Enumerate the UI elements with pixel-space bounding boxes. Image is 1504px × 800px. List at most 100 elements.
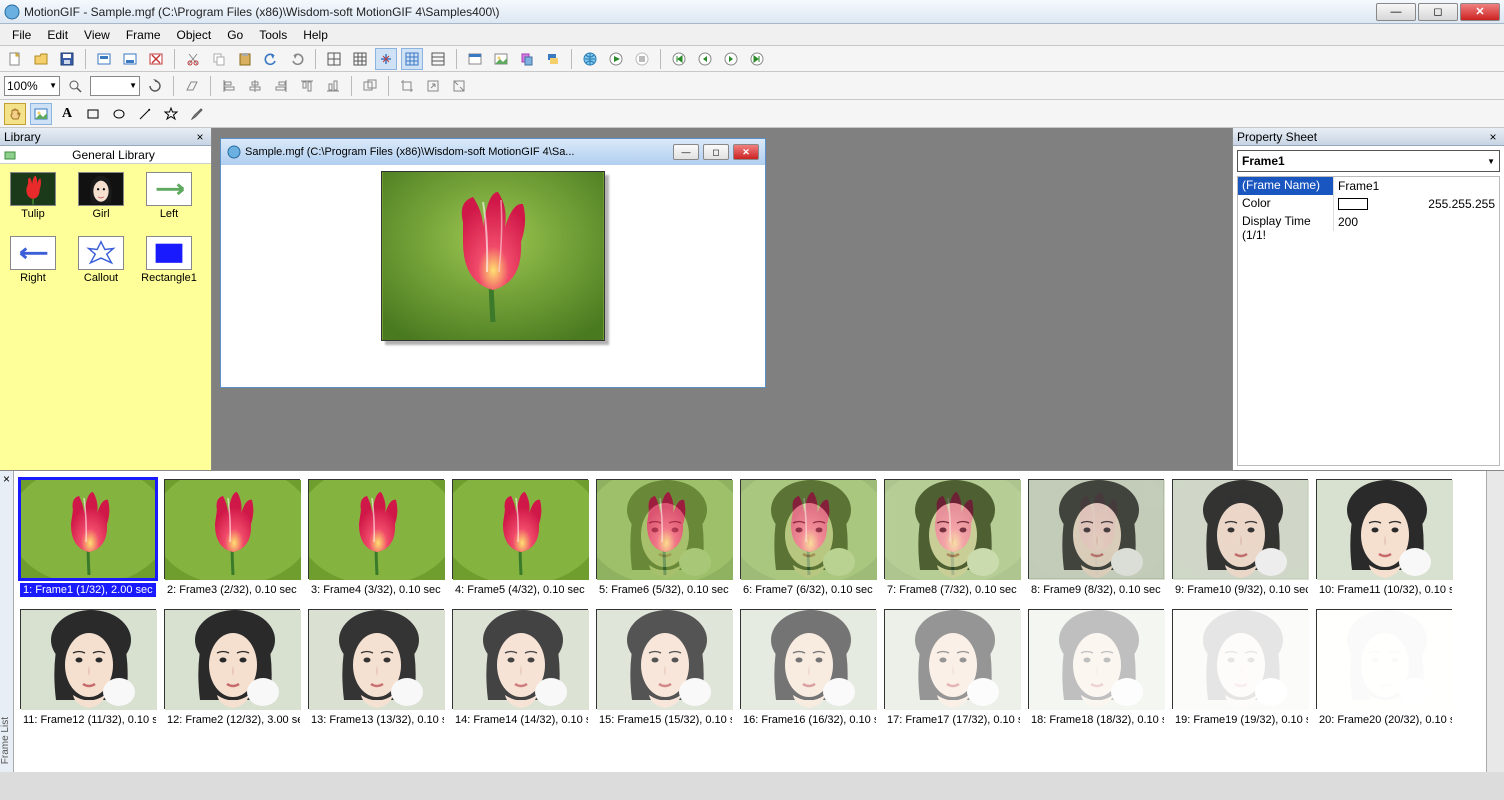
redo-icon[interactable] (286, 48, 308, 70)
doc-close-button[interactable]: ✕ (733, 144, 759, 160)
preview-icon[interactable] (93, 48, 115, 70)
frame-thumbnail[interactable]: 1: Frame1 (1/32), 2.00 sec (20, 479, 156, 597)
frame-thumbnail[interactable]: 12: Frame2 (12/32), 3.00 sec (164, 609, 300, 727)
preview3-icon[interactable] (145, 48, 167, 70)
close-button[interactable]: ✕ (1460, 3, 1500, 21)
library-close-icon[interactable]: × (193, 130, 207, 144)
frame-thumbnail[interactable]: 14: Frame14 (14/32), 0.10 se (452, 609, 588, 727)
frame-thumbnail[interactable]: 7: Frame8 (7/32), 0.10 sec (884, 479, 1020, 597)
maximize-button[interactable]: ◻ (1418, 3, 1458, 21)
menu-view[interactable]: View (76, 26, 118, 44)
property-selector[interactable]: Frame1 ▼ (1237, 150, 1500, 172)
fit-icon[interactable] (448, 75, 470, 97)
options-icon[interactable] (464, 48, 486, 70)
align-bottom-icon[interactable] (322, 75, 344, 97)
new-file-icon[interactable] (4, 48, 26, 70)
property-sheet-close-icon[interactable]: × (1486, 130, 1500, 144)
first-frame-icon[interactable] (668, 48, 690, 70)
frame-strip-scrollbar[interactable] (1486, 471, 1504, 772)
frame-thumbnail[interactable]: 10: Frame11 (10/32), 0.10 se (1316, 479, 1452, 597)
frame-thumbnail[interactable]: 3: Frame4 (3/32), 0.10 sec (308, 479, 444, 597)
canvas-frame[interactable] (381, 171, 605, 341)
frame-thumbnail[interactable]: 17: Frame17 (17/32), 0.10 se (884, 609, 1020, 727)
last-frame-icon[interactable] (746, 48, 768, 70)
property-value[interactable]: 255.255.255 (1334, 195, 1499, 213)
grid4-icon[interactable] (323, 48, 345, 70)
frame-list-close-icon[interactable]: × (3, 472, 10, 486)
menu-edit[interactable]: Edit (39, 26, 76, 44)
grid-blue-icon[interactable] (401, 48, 423, 70)
frame-thumbnail[interactable]: 2: Frame3 (2/32), 0.10 sec (164, 479, 300, 597)
library-item-tulip[interactable]: Tulip (8, 172, 58, 220)
rect-tool-icon[interactable] (82, 103, 104, 125)
menu-frame[interactable]: Frame (118, 26, 169, 44)
list-view-icon[interactable] (427, 48, 449, 70)
library-item-callout[interactable]: Callout (76, 236, 126, 284)
tool-cross-icon[interactable] (375, 48, 397, 70)
magnify-icon[interactable] (64, 75, 86, 97)
frame-thumbnail[interactable]: 20: Frame20 (20/32), 0.10 se (1316, 609, 1452, 727)
frame-thumbnail[interactable]: 9: Frame10 (9/32), 0.10 sec (1172, 479, 1308, 597)
property-row[interactable]: (Frame Name)Frame1 (1238, 177, 1499, 195)
frame-thumbnail[interactable]: 8: Frame9 (8/32), 0.10 sec (1028, 479, 1164, 597)
resize-icon[interactable] (422, 75, 444, 97)
globe-icon[interactable] (579, 48, 601, 70)
doc-maximize-button[interactable]: ◻ (703, 144, 729, 160)
prev-frame-icon[interactable] (694, 48, 716, 70)
brush-tool-icon[interactable] (186, 103, 208, 125)
picture-tool-icon[interactable] (30, 103, 52, 125)
menu-file[interactable]: File (4, 26, 39, 44)
open-file-icon[interactable] (30, 48, 52, 70)
frame-strip[interactable]: 1: Frame1 (1/32), 2.00 sec2: Frame3 (2/3… (14, 471, 1486, 772)
doc-minimize-button[interactable]: — (673, 144, 699, 160)
document-window[interactable]: Sample.mgf (C:\Program Files (x86)\Wisdo… (220, 138, 766, 388)
property-value[interactable]: Frame1 (1334, 177, 1499, 195)
layers-icon[interactable] (542, 48, 564, 70)
property-row[interactable]: Color255.255.255 (1238, 195, 1499, 213)
canvas[interactable] (221, 165, 765, 387)
ellipse-tool-icon[interactable] (108, 103, 130, 125)
next-frame-icon[interactable] (720, 48, 742, 70)
property-row[interactable]: Display Time (1/1!200 (1238, 213, 1499, 231)
frame-thumbnail[interactable]: 11: Frame12 (11/32), 0.10 se (20, 609, 156, 727)
property-value[interactable]: 200 (1334, 213, 1499, 231)
frame-thumbnail[interactable]: 16: Frame16 (16/32), 0.10 se (740, 609, 876, 727)
frame-thumbnail[interactable]: 19: Frame19 (19/32), 0.10 se (1172, 609, 1308, 727)
color-combo[interactable]: ▼ (90, 76, 140, 96)
crop-icon[interactable] (396, 75, 418, 97)
library-item-left[interactable]: Left (144, 172, 194, 220)
group-icon[interactable] (359, 75, 381, 97)
grid9-icon[interactable] (349, 48, 371, 70)
menu-object[interactable]: Object (169, 26, 220, 44)
align-left-icon[interactable] (218, 75, 240, 97)
play-icon[interactable] (605, 48, 627, 70)
copy-frames-icon[interactable] (516, 48, 538, 70)
frame-thumbnail[interactable]: 13: Frame13 (13/32), 0.10 se (308, 609, 444, 727)
library-item-right[interactable]: Right (8, 236, 58, 284)
preview2-icon[interactable] (119, 48, 141, 70)
text-tool-icon[interactable]: A (56, 103, 78, 125)
stop-icon[interactable] (631, 48, 653, 70)
frame-thumbnail[interactable]: 18: Frame18 (18/32), 0.10 se (1028, 609, 1164, 727)
image-icon[interactable] (490, 48, 512, 70)
frame-thumbnail[interactable]: 4: Frame5 (4/32), 0.10 sec (452, 479, 588, 597)
frame-thumbnail[interactable]: 6: Frame7 (6/32), 0.10 sec (740, 479, 876, 597)
copy-icon[interactable] (208, 48, 230, 70)
line-tool-icon[interactable] (134, 103, 156, 125)
align-center-icon[interactable] (244, 75, 266, 97)
undo-icon[interactable] (260, 48, 282, 70)
zoom-combo[interactable]: 100%▼ (4, 76, 60, 96)
library-tree-icon[interactable] (4, 149, 16, 161)
frame-thumbnail[interactable]: 5: Frame6 (5/32), 0.10 sec (596, 479, 732, 597)
frame-thumbnail[interactable]: 15: Frame15 (15/32), 0.10 se (596, 609, 732, 727)
save-icon[interactable] (56, 48, 78, 70)
menu-tools[interactable]: Tools (251, 26, 295, 44)
hand-tool-icon[interactable] (4, 103, 26, 125)
paste-icon[interactable] (234, 48, 256, 70)
menu-help[interactable]: Help (295, 26, 336, 44)
refresh-icon[interactable] (144, 75, 166, 97)
align-right-icon[interactable] (270, 75, 292, 97)
skew-icon[interactable] (181, 75, 203, 97)
library-item-rectangle1[interactable]: Rectangle1 (144, 236, 194, 284)
star-tool-icon[interactable] (160, 103, 182, 125)
